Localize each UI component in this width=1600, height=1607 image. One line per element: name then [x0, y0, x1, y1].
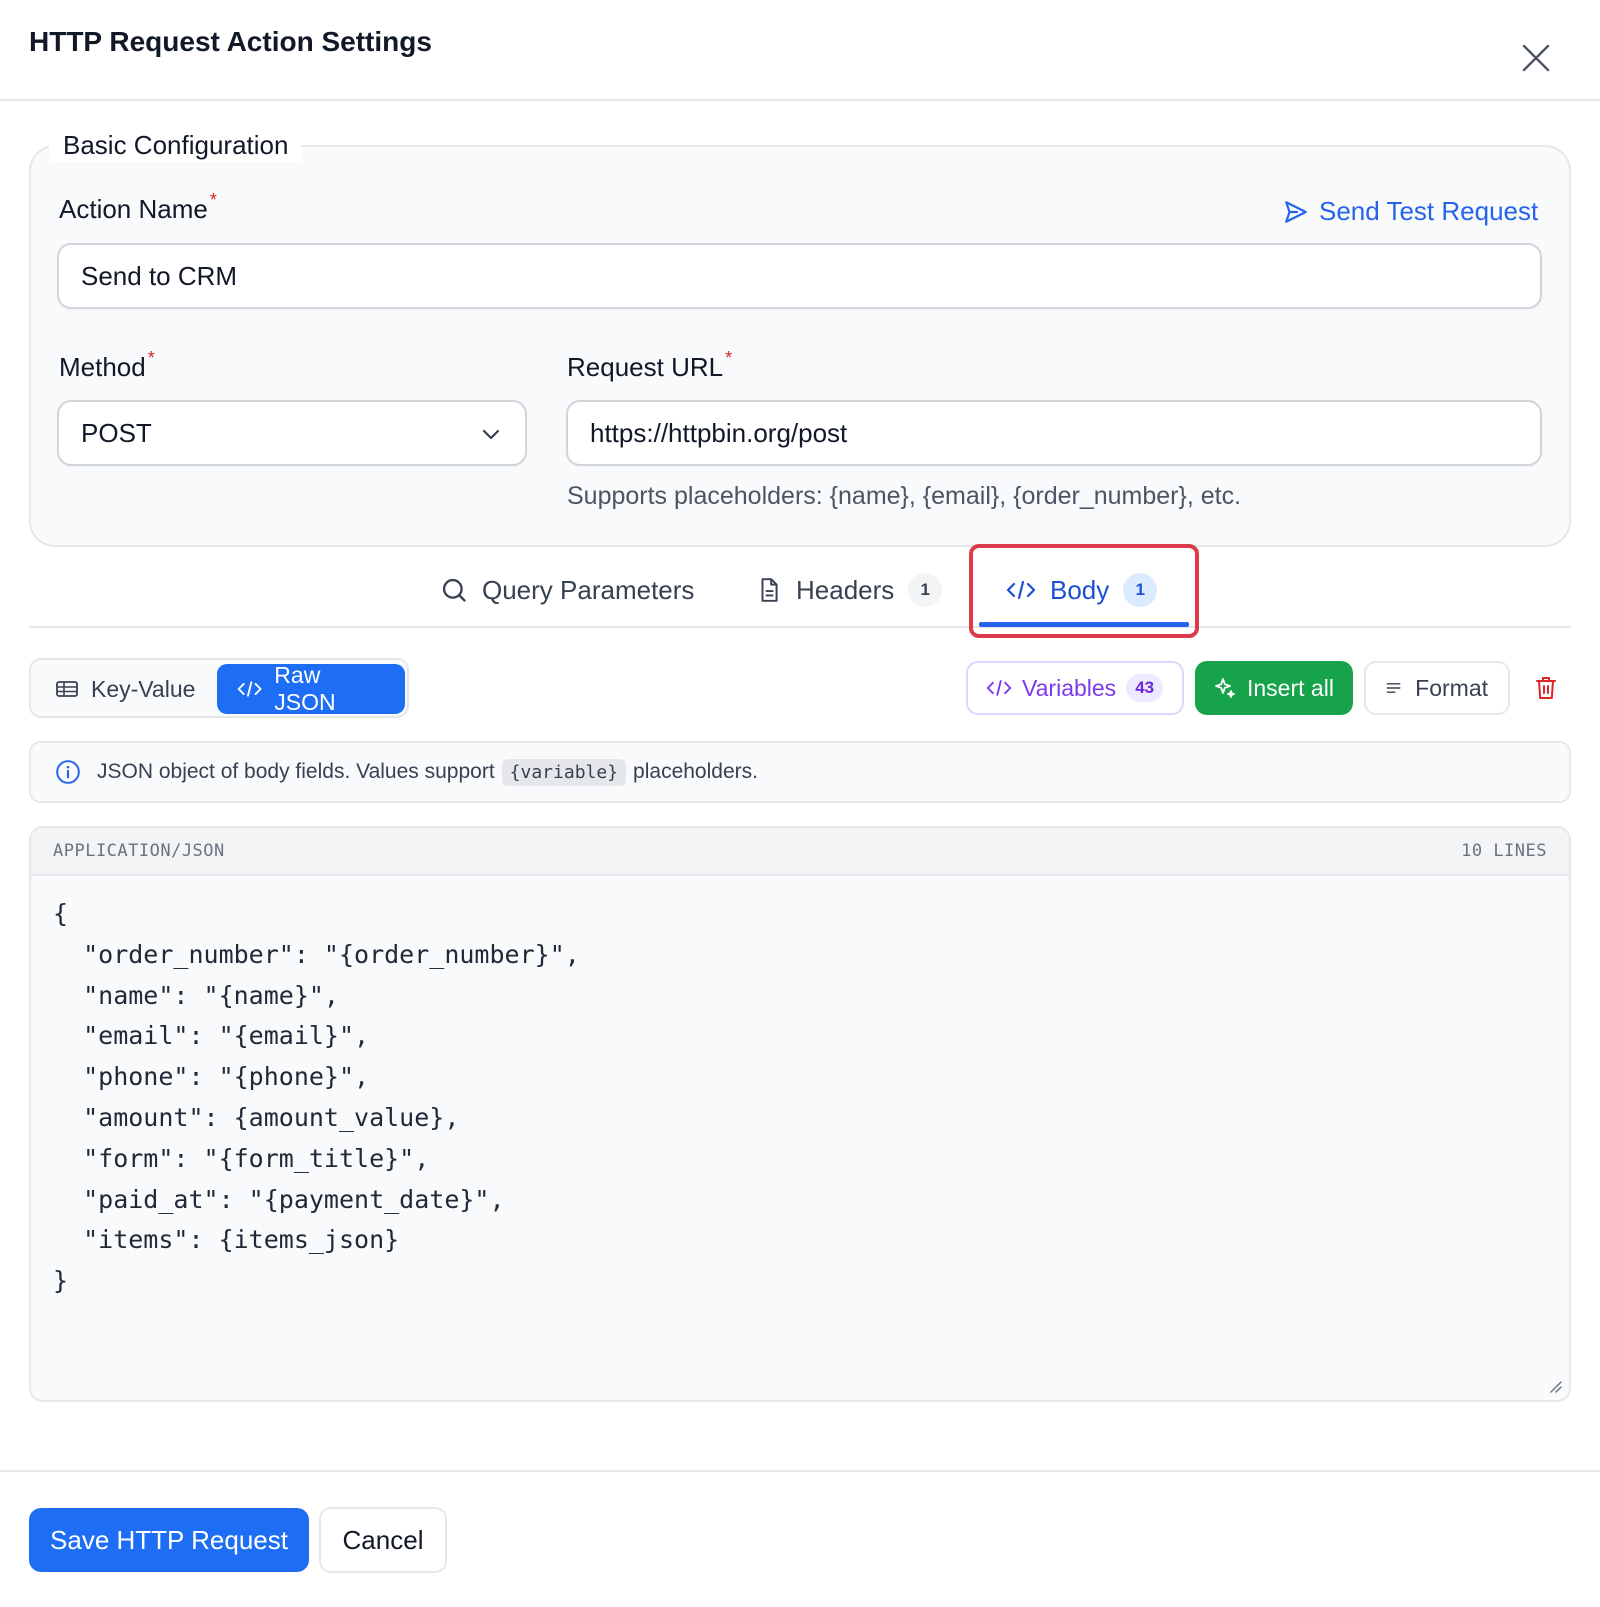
search-icon — [442, 578, 466, 602]
insert-all-label: Insert all — [1247, 674, 1334, 701]
request-url-input[interactable]: https://httpbin.org/post — [566, 400, 1542, 466]
trash-icon — [1536, 677, 1556, 699]
action-name-input[interactable]: Send to CRM — [57, 243, 1542, 309]
format-button[interactable]: Format — [1364, 661, 1510, 715]
close-button[interactable] — [1516, 38, 1556, 78]
table-icon — [56, 681, 78, 697]
tab-label: Query Parameters — [482, 574, 695, 605]
body-info-notice: JSON object of body fields. Values suppo… — [29, 741, 1571, 803]
basic-configuration-legend: Basic Configuration — [49, 128, 303, 162]
tabs-divider — [29, 626, 1571, 628]
insert-all-button[interactable]: Insert all — [1195, 661, 1353, 715]
sparkle-icon — [1215, 678, 1235, 698]
line-count-label: 10 LINES — [1461, 841, 1547, 861]
close-icon — [1522, 44, 1550, 72]
code-icon — [986, 680, 1012, 696]
cancel-button[interactable]: Cancel — [319, 1507, 447, 1573]
code-icon — [237, 681, 262, 697]
align-left-icon — [1386, 683, 1401, 693]
tab-headers[interactable]: Headers 1 — [756, 568, 943, 612]
request-url-value: https://httpbin.org/post — [590, 417, 848, 448]
dialog-header: HTTP Request Action Settings — [0, 0, 1600, 101]
info-text-after: placeholders. — [633, 760, 758, 783]
tab-label: Headers — [796, 574, 895, 605]
headers-count-badge: 1 — [908, 573, 943, 607]
method-select[interactable]: POST — [57, 400, 527, 466]
method-label: Method * — [59, 348, 155, 382]
request-url-label: Request URL * — [567, 348, 733, 382]
key-value-mode-button[interactable]: Key-Value — [35, 664, 215, 714]
required-marker: * — [725, 348, 733, 368]
clear-body-button[interactable] — [1528, 670, 1564, 706]
resize-handle-icon[interactable] — [1547, 1378, 1563, 1394]
info-icon — [55, 759, 81, 785]
content-type-label: APPLICATION/JSON — [53, 841, 225, 861]
format-label: Format — [1415, 674, 1488, 701]
tab-query-parameters[interactable]: Query Parameters — [440, 568, 694, 612]
action-name-value: Send to CRM — [81, 260, 238, 291]
info-text-before: JSON object of body fields. Values suppo… — [97, 760, 495, 783]
send-test-request-label: Send Test Request — [1319, 196, 1539, 226]
action-name-label: Action Name * — [59, 190, 217, 224]
variables-label: Variables — [1022, 674, 1117, 701]
body-mode-toggle: Key-Value Raw JSON — [29, 658, 409, 718]
json-code-text[interactable]: { "order_number": "{order_number}", "nam… — [53, 894, 580, 1302]
send-icon — [1285, 200, 1307, 223]
required-marker: * — [147, 348, 155, 368]
key-value-label: Key-Value — [91, 675, 196, 702]
url-placeholder-hint: Supports placeholders: {name}, {email}, … — [567, 482, 1242, 510]
send-test-request-button[interactable]: Send Test Request — [1283, 196, 1538, 227]
method-value: POST — [81, 417, 152, 448]
raw-json-label: Raw JSON — [274, 662, 336, 715]
save-http-request-button[interactable]: Save HTTP Request — [29, 1508, 309, 1572]
variable-code-chip: {variable} — [501, 758, 627, 786]
json-body-editor[interactable]: APPLICATION/JSON 10 LINES { "order_numbe… — [29, 826, 1571, 1402]
chevron-down-icon — [482, 429, 500, 440]
document-icon — [761, 578, 778, 602]
body-tab-highlight — [969, 544, 1199, 638]
dialog-title: HTTP Request Action Settings — [29, 26, 432, 57]
editor-header: APPLICATION/JSON 10 LINES — [31, 828, 1569, 876]
raw-json-mode-button[interactable]: Raw JSON — [217, 662, 405, 715]
required-marker: * — [209, 190, 217, 210]
variables-button[interactable]: Variables 43 — [966, 661, 1184, 715]
variables-count-badge: 43 — [1126, 674, 1164, 702]
